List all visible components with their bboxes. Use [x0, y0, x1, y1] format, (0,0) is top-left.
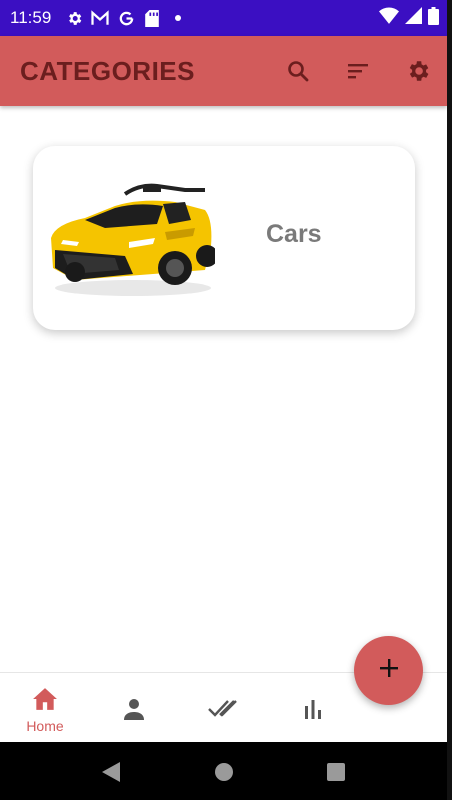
gear-icon — [65, 9, 83, 27]
category-image — [45, 176, 218, 301]
search-icon[interactable] — [284, 57, 312, 85]
app-screen: 11:59 CATEGORIES Cars Home — [0, 0, 447, 800]
back-icon[interactable] — [101, 762, 121, 782]
wifi-icon — [379, 7, 399, 29]
sort-icon[interactable] — [344, 57, 372, 85]
status-right-icons — [379, 0, 439, 36]
signal-icon — [405, 7, 422, 29]
nav-item-home[interactable]: Home — [0, 673, 90, 743]
dot-icon — [169, 9, 187, 27]
page-title: CATEGORIES — [20, 56, 195, 86]
category-label: Cars — [266, 220, 322, 248]
nav-item-profile[interactable] — [89, 673, 179, 743]
bar-chart-icon — [302, 697, 324, 724]
system-nav-bar — [0, 742, 447, 800]
plus-icon — [378, 657, 400, 684]
home-circle-icon[interactable] — [214, 762, 234, 782]
add-category-button[interactable] — [354, 636, 423, 705]
battery-icon — [428, 6, 439, 30]
nav-item-stats[interactable] — [268, 673, 358, 743]
recents-icon[interactable] — [326, 762, 346, 782]
status-time: 11:59 — [10, 8, 52, 27]
gmail-icon — [91, 9, 109, 27]
google-icon — [117, 9, 135, 27]
nav-item-completed[interactable] — [179, 673, 269, 743]
nav-label-home: Home — [26, 718, 64, 734]
home-icon — [32, 687, 58, 716]
app-bar: CATEGORIES — [0, 36, 447, 106]
person-icon — [122, 697, 146, 726]
settings-icon[interactable] — [404, 57, 432, 85]
screen-edge — [447, 0, 452, 800]
sd-card-icon — [143, 9, 161, 27]
status-bar: 11:59 — [0, 0, 447, 36]
category-card[interactable]: Cars — [33, 146, 415, 330]
done-all-icon — [208, 699, 240, 724]
